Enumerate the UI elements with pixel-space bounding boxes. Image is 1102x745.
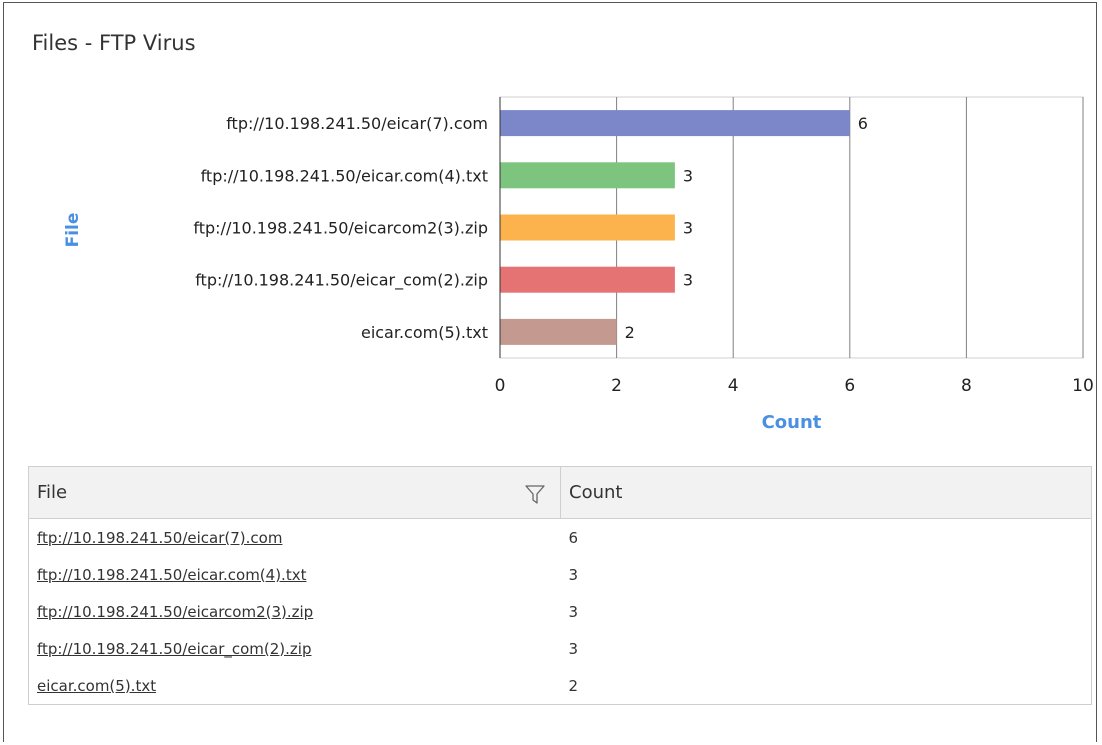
file-cell: ftp://10.198.241.50/eicar.com(4).txt: [29, 556, 561, 593]
category-label-4: ftp://10.198.241.50/eicar_com(2).zip: [195, 271, 488, 291]
category-label-1: ftp://10.198.241.50/eicar(7).com: [226, 114, 488, 133]
count-cell: 3: [568, 639, 579, 658]
file-cell: ftp://10.198.241.50/eicarcom2(3).zip: [29, 593, 561, 630]
file-link[interactable]: ftp://10.198.241.50/eicarcom2(3).zip: [37, 603, 313, 621]
file-cell: ftp://10.198.241.50/eicar(7).com: [29, 519, 561, 557]
column-header-file-label: File: [37, 482, 68, 503]
category-label-3: ftp://10.198.241.50/eicarcom2(3).zip: [193, 219, 488, 238]
bar-4: [500, 266, 675, 293]
x-tick-label-3: 6: [844, 376, 855, 396]
count-cell: 2: [568, 676, 579, 695]
count-cell: 6: [568, 528, 579, 547]
file-cell: eicar.com(5).txt: [29, 667, 561, 705]
file-link[interactable]: ftp://10.198.241.50/eicar(7).com: [37, 529, 282, 547]
data-table: File Count ftp://10.198.241.50/eicar(7).…: [28, 466, 1092, 705]
data-label-1: 6: [858, 114, 868, 133]
table-row: ftp://10.198.241.50/eicar_com(2).zip 3: [29, 630, 1092, 667]
x-tick-label-0: 0: [495, 376, 506, 396]
file-link[interactable]: ftp://10.198.241.50/eicar.com(4).txt: [37, 566, 306, 584]
file-link[interactable]: eicar.com(5).txt: [37, 677, 156, 695]
table-row: eicar.com(5).txt 2: [29, 667, 1092, 705]
bar-5: [500, 318, 617, 345]
category-label-5: eicar.com(5).txt: [361, 323, 488, 342]
data-label-3: 3: [683, 219, 693, 238]
filter-icon[interactable]: [524, 483, 546, 505]
table-header-row: File Count: [28, 466, 1092, 519]
count-cell: 3: [568, 602, 579, 621]
x-tick-label-2: 4: [728, 376, 739, 396]
bar-3: [500, 214, 675, 241]
data-label-4: 3: [683, 271, 693, 290]
category-label-2: ftp://10.198.241.50/eicar.com(4).txt: [201, 166, 488, 185]
column-header-file[interactable]: File: [28, 466, 561, 519]
table-row: ftp://10.198.241.50/eicarcom2(3).zip 3: [29, 593, 1092, 630]
data-label-2: 3: [683, 166, 693, 185]
bar-chart: ftp://10.198.241.50/eicar(7).com 6 ftp://1…: [63, 96, 1094, 433]
table-row: ftp://10.198.241.50/eicar(7).com 6: [29, 519, 1092, 557]
table-row: ftp://10.198.241.50/eicar.com(4).txt 3: [29, 556, 1092, 593]
column-header-count[interactable]: Count: [560, 466, 1092, 519]
x-tick-label-4: 8: [961, 376, 972, 396]
bar-1: [500, 110, 850, 137]
file-link[interactable]: ftp://10.198.241.50/eicar_com(2).zip: [37, 640, 312, 658]
bar-2: [500, 162, 675, 189]
x-axis-title: Count: [762, 412, 822, 433]
file-cell: ftp://10.198.241.50/eicar_com(2).zip: [29, 630, 561, 667]
x-tick-label-5: 10: [1072, 376, 1094, 396]
x-tick-label-1: 2: [611, 376, 622, 396]
data-label-5: 2: [625, 323, 635, 342]
count-cell: 3: [568, 565, 579, 584]
y-axis-title: File: [63, 213, 83, 248]
